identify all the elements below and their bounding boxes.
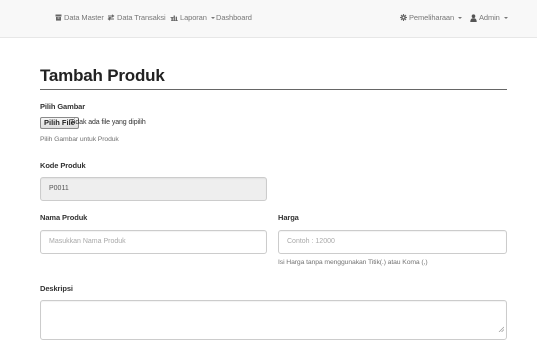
file-status-text: Tidak ada file yang dipilih bbox=[70, 119, 146, 126]
nama-produk-label: Nama Produk bbox=[40, 213, 88, 222]
top-navbar: Data Master Data Transaksi Laporan Dashb… bbox=[0, 0, 537, 38]
kode-produk-field[interactable]: P0011 bbox=[40, 177, 267, 201]
nav-dashboard-label: Dashboard bbox=[216, 13, 252, 22]
nav-data-transaksi[interactable]: Data Transaksi bbox=[107, 13, 174, 22]
title-divider bbox=[40, 89, 507, 90]
kode-produk-label: Kode Produk bbox=[40, 161, 86, 170]
deskripsi-label: Deskripsi bbox=[40, 284, 73, 293]
gambar-label: Pilih Gambar bbox=[40, 102, 86, 111]
harga-input[interactable]: Contoh : 12000 bbox=[278, 230, 507, 254]
nav-dashboard[interactable]: Dashboard bbox=[216, 13, 252, 22]
gear-icon bbox=[400, 14, 407, 21]
nav-data-master[interactable]: Data Master bbox=[55, 13, 112, 22]
deskripsi-textarea[interactable] bbox=[40, 300, 507, 340]
harga-label: Harga bbox=[278, 213, 299, 222]
harga-help-text: Isi Harga tanpa menggunakan Titik(.) ata… bbox=[278, 259, 428, 266]
nav-laporan-label: Laporan bbox=[180, 13, 207, 22]
resize-handle-icon[interactable] bbox=[498, 319, 505, 337]
nav-data-transaksi-label: Data Transaksi bbox=[117, 13, 166, 22]
nav-pemeliharaan-label: Pemeliharaan bbox=[409, 13, 455, 22]
chevron-down-icon bbox=[210, 16, 215, 19]
nav-data-master-label: Data Master bbox=[64, 13, 104, 22]
user-icon bbox=[470, 13, 477, 22]
bar-chart-icon bbox=[171, 14, 178, 21]
nav-pemeliharaan[interactable]: Pemeliharaan bbox=[400, 13, 463, 22]
chevron-down-icon bbox=[458, 16, 463, 19]
chevron-down-icon bbox=[503, 16, 508, 19]
nav-admin-label: Admin bbox=[479, 13, 500, 22]
page-title: Tambah Produk bbox=[40, 66, 165, 85]
nama-produk-input[interactable]: Masukkan Nama Produk bbox=[40, 230, 267, 254]
nav-admin[interactable]: Admin bbox=[470, 13, 508, 22]
nav-laporan[interactable]: Laporan bbox=[171, 13, 215, 22]
gambar-help-text: Pilih Gambar untuk Produk bbox=[40, 136, 119, 143]
transfer-icon bbox=[107, 14, 115, 21]
archive-icon bbox=[55, 14, 62, 21]
